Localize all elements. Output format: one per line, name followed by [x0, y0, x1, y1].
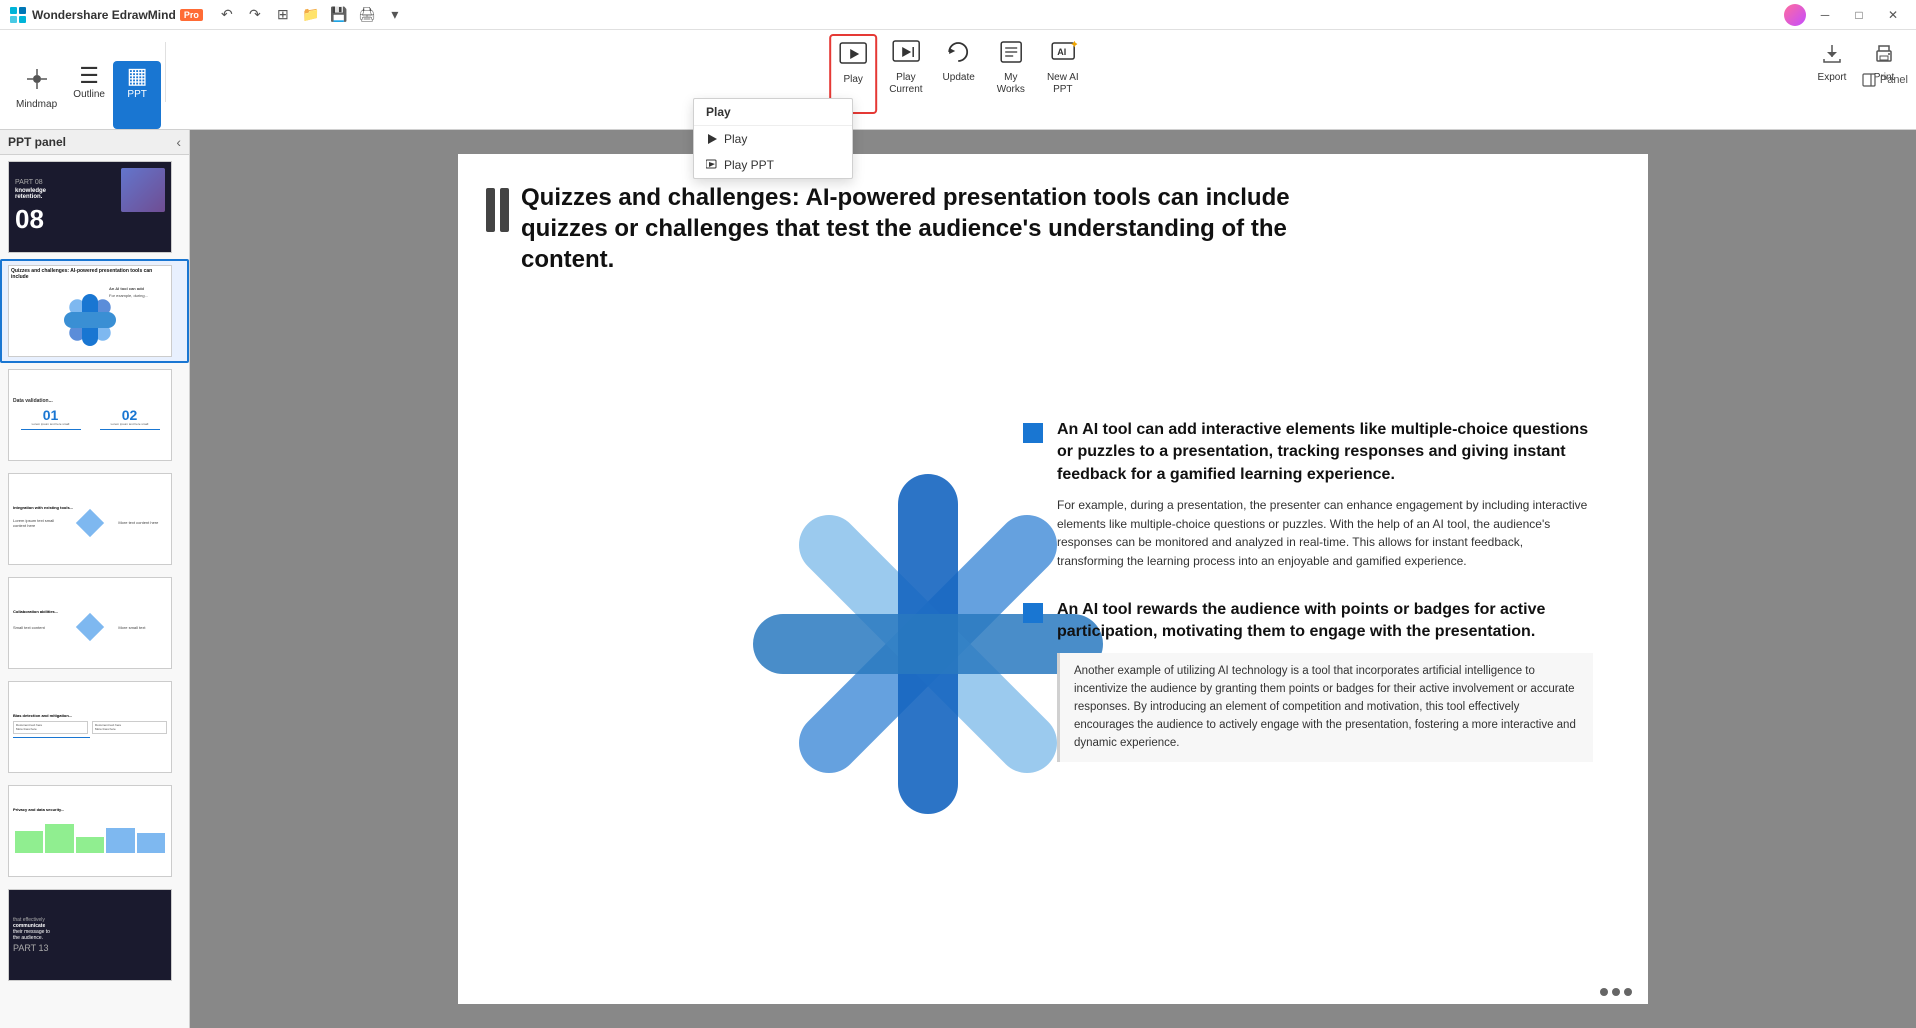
- slide-thumb-12[interactable]: Collaboration abilities... Small text co…: [0, 571, 189, 675]
- slide-right-content: An AI tool can add interactive elements …: [1023, 419, 1593, 762]
- ribbon-tabs: Mindmap ☰ Outline ▦ PPT: [8, 34, 161, 129]
- new-button[interactable]: ⊞: [271, 5, 295, 25]
- content-area: Quizzes and challenges: AI-powered prese…: [190, 130, 1916, 1028]
- slide-nav: [1600, 988, 1632, 996]
- bullet-2: [1023, 603, 1043, 623]
- ppt-label: PPT: [127, 89, 146, 101]
- update-label: Update: [943, 72, 975, 84]
- mindmap-icon: [23, 65, 51, 97]
- play-dropdown: Play Play Play PPT: [693, 98, 853, 179]
- slide-title: Quizzes and challenges: AI-powered prese…: [521, 182, 1381, 276]
- my-works-icon: [997, 38, 1025, 70]
- titlebar-right: ─ □ ✕: [1784, 4, 1908, 26]
- update-button[interactable]: Update: [935, 34, 983, 114]
- point2-title: An AI tool rewards the audience with poi…: [1057, 599, 1593, 644]
- dropdown-header: Play: [694, 99, 852, 126]
- play-icon: [839, 40, 867, 72]
- point-1: An AI tool can add interactive elements …: [1023, 419, 1593, 571]
- bullet-1: [1023, 423, 1043, 443]
- slide-thumb-11[interactable]: Integration with existing tools... Lorem…: [0, 467, 189, 571]
- user-avatar[interactable]: [1784, 4, 1806, 26]
- dropdown-play-ppt-label: Play PPT: [724, 158, 774, 172]
- outline-icon: ☰: [79, 65, 99, 87]
- dropdown-play-ppt-icon: [706, 159, 718, 171]
- print-quick-button[interactable]: 🖨: [355, 5, 379, 25]
- ppt-panel-header: PPT panel ‹: [0, 130, 189, 155]
- app-logo: Wondershare EdrawMind Pro: [8, 5, 203, 25]
- new-ai-ppt-icon: AI: [1049, 38, 1077, 70]
- save-button[interactable]: 💾: [327, 5, 351, 25]
- app-logo-icon: [8, 5, 28, 25]
- ppt-panel-title: PPT panel: [8, 135, 66, 149]
- dropdown-play-item[interactable]: Play: [694, 126, 852, 152]
- panel-collapse-button[interactable]: ‹: [176, 134, 181, 150]
- slide-thumb-8[interactable]: PART 08 knowledgeretention. 08: [0, 155, 189, 259]
- close-button[interactable]: ✕: [1878, 5, 1908, 25]
- mindmap-label: Mindmap: [16, 99, 57, 111]
- slide-thumb-9[interactable]: Quizzes and challenges: AI-powered prese…: [0, 259, 189, 363]
- titlebar-controls: ↶ ↷ ⊞ 📁 💾 🖨 ▾: [215, 5, 407, 25]
- export-button[interactable]: Export: [1808, 38, 1856, 106]
- left-panel: PPT panel ‹ PART 08 knowledgeretention. …: [0, 130, 190, 1028]
- point1-body: For example, during a presentation, the …: [1057, 496, 1593, 570]
- main-layout: PPT panel ‹ PART 08 knowledgeretention. …: [0, 130, 1916, 1028]
- outline-label: Outline: [73, 89, 105, 101]
- new-ai-ppt-button[interactable]: AI New AIPPT: [1039, 34, 1087, 114]
- slide-thumb-15[interactable]: that effectively communicate their messa…: [0, 883, 189, 987]
- dropdown-play-label: Play: [724, 132, 747, 146]
- minimize-button[interactable]: ─: [1810, 5, 1840, 25]
- my-works-label: MyWorks: [997, 72, 1025, 96]
- point-2: An AI tool rewards the audience with poi…: [1023, 599, 1593, 763]
- new-ai-ppt-label: New AIPPT: [1047, 72, 1079, 96]
- more-button[interactable]: ▾: [383, 5, 407, 25]
- nav-dot-3: [1624, 988, 1632, 996]
- play-label: Play: [843, 74, 862, 86]
- ribbon: Mindmap ☰ Outline ▦ PPT Play PlayCurrent: [0, 30, 1916, 130]
- panel-icon: [1862, 73, 1876, 87]
- undo-button[interactable]: ↶: [215, 5, 239, 25]
- print-icon: [1872, 42, 1896, 70]
- play-current-icon: [892, 38, 920, 70]
- my-works-button[interactable]: MyWorks: [987, 34, 1035, 114]
- point2-body-box: Another example of utilizing AI technolo…: [1057, 653, 1593, 762]
- export-icon: [1820, 42, 1844, 70]
- dropdown-play-ppt-item[interactable]: Play PPT: [694, 152, 852, 178]
- ribbon-right-group: Export Print: [1808, 34, 1908, 106]
- panel-label: Panel: [1880, 74, 1908, 86]
- export-label: Export: [1818, 72, 1847, 84]
- maximize-button[interactable]: □: [1844, 5, 1874, 25]
- ppt-icon: ▦: [127, 65, 148, 87]
- redo-button[interactable]: ↷: [243, 5, 267, 25]
- app-title: Wondershare EdrawMind: [32, 8, 176, 22]
- pause-icon: [486, 188, 509, 232]
- slide: Quizzes and challenges: AI-powered prese…: [458, 154, 1648, 1004]
- ppt-tab[interactable]: ▦ PPT: [113, 61, 161, 129]
- slide-thumb-10[interactable]: Data validation... 01 Lorem ipsum text h…: [0, 363, 189, 467]
- point1-title: An AI tool can add interactive elements …: [1057, 419, 1593, 486]
- pro-badge: Pro: [180, 9, 203, 21]
- play-current-button[interactable]: PlayCurrent: [881, 34, 930, 114]
- slide-thumb-14[interactable]: Privacy and data security...: [0, 779, 189, 883]
- titlebar: Wondershare EdrawMind Pro ↶ ↷ ⊞ 📁 💾 🖨 ▾ …: [0, 0, 1916, 30]
- ribbon-separator: [165, 42, 166, 102]
- play-current-label: PlayCurrent: [889, 72, 922, 96]
- ribbon-play-group: Play PlayCurrent Update MyWorks AI New A…: [829, 34, 1087, 114]
- outline-tab[interactable]: ☰ Outline: [65, 61, 113, 129]
- panel-toggle[interactable]: Panel: [1862, 73, 1908, 87]
- mindmap-tab[interactable]: Mindmap: [8, 61, 65, 129]
- update-icon: [945, 38, 973, 70]
- slide-thumb-13[interactable]: Bias detection and mitigation... Documen…: [0, 675, 189, 779]
- slide-thumbnails: PART 08 knowledgeretention. 08 Quizzes a…: [0, 155, 189, 1028]
- svg-text:AI: AI: [1057, 47, 1066, 57]
- open-button[interactable]: 📁: [299, 5, 323, 25]
- nav-dot-2: [1612, 988, 1620, 996]
- slide-header: Quizzes and challenges: AI-powered prese…: [458, 154, 1648, 276]
- nav-dot-1: [1600, 988, 1608, 996]
- dropdown-play-icon: [706, 133, 718, 145]
- point2-body: Another example of utilizing AI technolo…: [1074, 665, 1576, 748]
